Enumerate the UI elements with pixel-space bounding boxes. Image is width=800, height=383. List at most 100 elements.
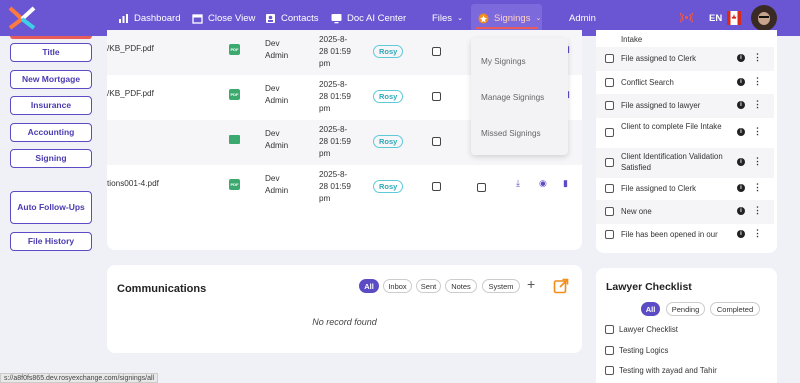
more-options-icon[interactable]: ⋮ (753, 52, 762, 63)
info-icon[interactable]: i (737, 101, 745, 109)
filter-system[interactable]: System (482, 279, 520, 293)
filter-all[interactable]: All (359, 279, 379, 293)
task-checkbox[interactable] (605, 184, 614, 193)
nav-doc-ai-label: Doc AI Center (347, 12, 407, 24)
checklist-filter-pending[interactable]: Pending (666, 302, 705, 316)
more-options-icon[interactable]: ⋮ (753, 182, 762, 193)
task-label: File has been opened in our (621, 230, 718, 239)
owner-tag: Rosy (373, 135, 404, 148)
nav-contacts-label: Contacts (281, 12, 319, 24)
checklist-label: Testing with zayad and Tahir (619, 366, 717, 375)
filter-notes[interactable]: Notes (445, 279, 477, 293)
chevron-down-icon: ⌄ (457, 15, 463, 22)
external-link-icon[interactable] (553, 278, 569, 294)
more-options-icon[interactable]: ⋮ (753, 126, 762, 137)
row-checkbox[interactable] (432, 92, 441, 101)
info-icon[interactable]: i (737, 158, 745, 166)
task-checkbox[interactable] (605, 230, 614, 239)
auto-followups-button[interactable]: Auto Follow-Ups (10, 191, 92, 224)
date-line-3: pm (319, 104, 331, 113)
info-icon[interactable]: i (737, 78, 745, 86)
download-icon[interactable]: ⤓ (516, 178, 520, 189)
add-communication-icon[interactable]: + (527, 276, 535, 292)
chevron-down-icon: ⌄ (535, 15, 542, 22)
more-options-icon[interactable]: ⋮ (753, 205, 762, 216)
task-item[interactable]: File has been opened in our i ⋮ (596, 223, 774, 247)
info-icon[interactable]: i (737, 207, 745, 215)
checklist-item[interactable]: Lawyer Checklist (596, 321, 774, 339)
author-last: Admin (265, 51, 289, 60)
date-line-1: 2025-8- (319, 35, 348, 44)
more-options-icon[interactable]: ⋮ (753, 228, 762, 239)
canada-flag-icon (727, 11, 741, 25)
user-avatar[interactable] (751, 5, 777, 31)
task-checkbox[interactable] (605, 101, 614, 110)
owner-tag: Rosy (373, 90, 404, 103)
calendar-icon (192, 13, 203, 24)
lawyer-checklist-title: Lawyer Checklist (606, 281, 692, 293)
sidebar-item-new-mortgage[interactable]: New Mortgage (10, 70, 92, 89)
task-item[interactable]: Client Identification Validation Satisfi… (596, 148, 774, 178)
more-options-icon[interactable]: ⋮ (753, 76, 762, 87)
checklist-item[interactable]: Testing Logics (596, 342, 774, 360)
checklist-checkbox[interactable] (605, 346, 614, 355)
sidebar-item-accounting[interactable]: Accounting (10, 123, 92, 142)
menu-item-my-signings[interactable]: My Signings (481, 57, 526, 66)
row-checkbox[interactable] (432, 137, 441, 146)
menu-item-manage-signings[interactable]: Manage Signings (481, 93, 544, 102)
file-name[interactable]: tions001-4.pdf (107, 179, 159, 188)
pdf-file-icon: PDF (229, 89, 240, 100)
task-item[interactable]: Conflict Search i ⋮ (596, 71, 774, 95)
sidebar-item-signing[interactable]: Signing (10, 149, 92, 168)
filter-inbox[interactable]: Inbox (383, 279, 412, 293)
task-label: Client Identification Validation Satisfi… (621, 152, 723, 172)
more-options-icon[interactable]: ⋮ (753, 156, 762, 167)
task-item[interactable]: File assigned to Clerk i ⋮ (596, 177, 774, 201)
pdf-file-icon: PDF (229, 44, 240, 55)
nav-files-label: Files (432, 12, 453, 24)
checklist-label: Testing Logics (619, 346, 669, 355)
sidebar-item-title[interactable]: Title (10, 43, 92, 62)
date-line-2: 28 01:59 (319, 92, 351, 101)
more-options-icon[interactable]: ⋮ (753, 99, 762, 110)
checklist-filter-all[interactable]: All (641, 302, 660, 316)
file-name[interactable]: /KB_PDF.pdf (107, 44, 154, 53)
checklist-item[interactable]: Testing with zayad and Tahir (596, 362, 774, 380)
file-name[interactable]: /KB_PDF.pdf (107, 89, 154, 98)
info-icon[interactable]: i (737, 54, 745, 62)
task-checkbox[interactable] (605, 207, 614, 216)
nav-admin-label: Admin (569, 12, 596, 24)
sidebar-item-insurance[interactable]: Insurance (10, 96, 92, 115)
checklist-filter-completed[interactable]: Completed (710, 302, 760, 316)
checklist-checkbox[interactable] (605, 366, 614, 375)
task-checkbox[interactable] (605, 78, 614, 87)
date-cell: 2025-8- 28 01:59 pm (319, 34, 351, 70)
task-checkbox[interactable] (605, 158, 614, 167)
task-item[interactable]: New one i ⋮ (596, 200, 774, 224)
broadcast-icon[interactable] (680, 12, 693, 23)
date-line-1: 2025-8- (319, 125, 348, 134)
task-checkbox[interactable] (605, 128, 614, 137)
task-label: Conflict Search (621, 78, 674, 87)
author-cell: Dev Admin (265, 173, 288, 197)
table-row[interactable]: tions001-4.pdf PDF Dev Admin 2025-8- 28 … (107, 165, 582, 210)
info-icon[interactable]: i (737, 184, 745, 192)
task-item[interactable]: Client to complete File Intake i ⋮ (596, 118, 774, 148)
row-checkbox[interactable] (432, 182, 441, 191)
task-list-card: Intake File assigned to Clerk i ⋮ Conflict S… (596, 30, 777, 253)
filter-sent[interactable]: Sent (416, 279, 441, 293)
row-checkbox[interactable] (432, 47, 441, 56)
task-item[interactable]: File assigned to Clerk i ⋮ (596, 47, 774, 71)
info-icon[interactable]: i (737, 128, 745, 136)
menu-item-missed-signings[interactable]: Missed Signings (481, 129, 541, 138)
row-checkbox-2[interactable] (477, 183, 486, 192)
info-icon[interactable]: i (737, 230, 745, 238)
task-item[interactable]: File assigned to lawyer i ⋮ (596, 94, 774, 118)
task-checkbox[interactable] (605, 54, 614, 63)
delete-trash-icon[interactable]: ▮ (563, 178, 568, 189)
checklist-checkbox[interactable] (605, 325, 614, 334)
view-eye-icon[interactable]: ◉ (539, 178, 547, 189)
app-logo[interactable] (8, 6, 36, 30)
file-history-button[interactable]: File History (10, 232, 92, 251)
date-line-2: 28 01:59 (319, 137, 351, 146)
